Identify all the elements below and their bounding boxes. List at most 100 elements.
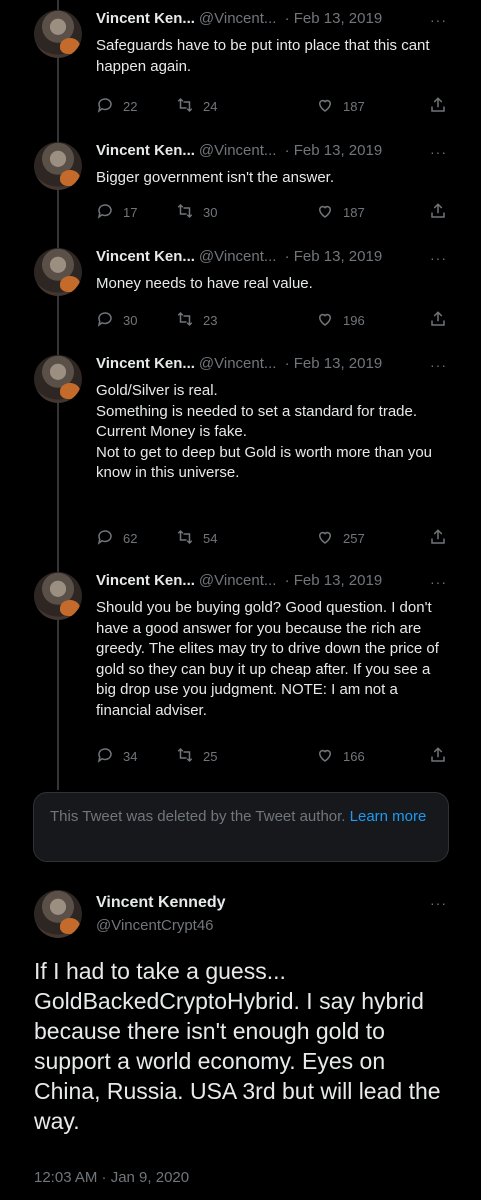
heart-icon [316,202,343,223]
tweet-header: Vincent Ken... @Vincent... · Feb 13, 2019 [96,248,382,265]
author-handle[interactable]: @Vincent... [199,355,277,372]
retweet-icon [176,96,203,117]
like-count: 187 [343,99,365,114]
share-icon [429,528,456,549]
more-options-icon[interactable]: ··· [430,574,447,590]
retweet-button[interactable]: 30 [176,202,217,223]
tweet-text: Safeguards have to be put into place tha… [96,37,430,75]
like-count: 196 [343,313,365,328]
share-button[interactable] [429,310,456,331]
author-name[interactable]: Vincent Ken... [96,142,195,159]
reply-button[interactable]: 62 [96,528,137,549]
tweet-actions: 22 24 187 [96,96,446,116]
reply-icon [96,96,123,117]
retweet-button[interactable]: 54 [176,528,217,549]
reply-button[interactable]: 30 [96,310,137,331]
reply-count: 30 [123,313,138,328]
avatar[interactable] [34,142,82,190]
author-name[interactable]: Vincent Ken... [96,572,195,589]
author-name[interactable]: Vincent Ken... [96,10,195,27]
tweet-actions: 62 54 257 [96,528,446,548]
retweet-button[interactable]: 24 [176,96,217,117]
author-handle[interactable]: @Vincent... [199,248,277,265]
tweet-date[interactable]: · Feb 13, 2019 [285,142,383,159]
reply-count: 17 [123,205,138,220]
reply-icon [96,746,123,767]
retweet-button[interactable]: 23 [176,310,217,331]
avatar[interactable] [34,890,82,938]
reply-count: 34 [123,749,138,764]
retweet-count: 30 [203,205,218,220]
tweet-actions: 17 30 187 [96,202,446,222]
avatar[interactable] [34,572,82,620]
reply-count: 22 [123,99,138,114]
more-options-icon[interactable]: ··· [430,12,447,28]
tweet-header: Vincent Ken... @Vincent... · Feb 13, 2019 [96,355,382,372]
heart-icon [316,96,343,117]
reply-button[interactable]: 22 [96,96,137,117]
share-button[interactable] [429,746,456,767]
share-button[interactable] [429,528,456,549]
author-handle[interactable]: @Vincent... [199,10,277,27]
tweet-header: Vincent Ken... @Vincent... · Feb 13, 2019 [96,142,382,159]
tweet-text: Should you be buying gold? Good question… [96,599,439,719]
share-button[interactable] [429,202,456,223]
share-icon [429,96,456,117]
share-icon [429,746,456,767]
author-name[interactable]: Vincent Ken... [96,248,195,265]
heart-icon [316,746,343,767]
retweet-icon [176,746,203,767]
more-options-icon[interactable]: ··· [430,250,447,266]
like-button[interactable]: 166 [316,746,365,767]
avatar[interactable] [34,248,82,296]
reply-icon [96,202,123,223]
tweet-actions: 34 25 166 [96,746,446,766]
retweet-icon [176,202,203,223]
author-handle[interactable]: @VincentCrypt46 [96,917,214,934]
main-tweet-text: If I had to take a guess... GoldBackedCr… [34,958,441,1134]
tweet-date[interactable]: · Feb 13, 2019 [285,572,383,589]
retweet-count: 23 [203,313,218,328]
reply-count: 62 [123,531,138,546]
avatar[interactable] [34,10,82,58]
deleted-tweet-notice: This Tweet was deleted by the Tweet auth… [33,792,449,862]
like-button[interactable]: 196 [316,310,365,331]
like-count: 187 [343,205,365,220]
tweet-header: Vincent Ken... @Vincent... · Feb 13, 2019 [96,572,382,589]
author-handle[interactable]: @Vincent... [199,572,277,589]
share-button[interactable] [429,96,456,117]
author-name[interactable]: Vincent Kennedy [96,894,226,912]
tweet-text: Money needs to have real value. [96,275,313,292]
learn-more-link[interactable]: Learn more [350,808,427,825]
retweet-count: 24 [203,99,218,114]
tweet-timestamp[interactable]: 12:03 AM · Jan 9, 2020 [34,1169,189,1186]
reply-button[interactable]: 17 [96,202,137,223]
like-count: 257 [343,531,365,546]
tweet-actions: 30 23 196 [96,310,446,330]
avatar[interactable] [34,355,82,403]
reply-button[interactable]: 34 [96,746,137,767]
tweet-date[interactable]: · Feb 13, 2019 [285,10,383,27]
tweet-date[interactable]: · Feb 13, 2019 [285,248,383,265]
tweet-header: Vincent Ken... @Vincent... · Feb 13, 2019 [96,10,382,27]
retweet-icon [176,528,203,549]
tweet-date[interactable]: · Feb 13, 2019 [285,355,383,372]
author-handle[interactable]: @Vincent... [199,142,277,159]
like-button[interactable]: 187 [316,96,365,117]
more-options-icon[interactable]: ··· [430,895,447,911]
more-options-icon[interactable]: ··· [430,357,447,373]
like-count: 166 [343,749,365,764]
like-button[interactable]: 257 [316,528,365,549]
heart-icon [316,528,343,549]
more-options-icon[interactable]: ··· [430,144,447,160]
author-name[interactable]: Vincent Ken... [96,355,195,372]
tweet-text: Gold/Silver is real. Something is needed… [96,382,433,481]
share-icon [429,202,456,223]
retweet-icon [176,310,203,331]
share-icon [429,310,456,331]
deleted-notice-text: This Tweet was deleted by the Tweet auth… [50,808,346,825]
heart-icon [316,310,343,331]
like-button[interactable]: 187 [316,202,365,223]
retweet-button[interactable]: 25 [176,746,217,767]
retweet-count: 54 [203,531,218,546]
